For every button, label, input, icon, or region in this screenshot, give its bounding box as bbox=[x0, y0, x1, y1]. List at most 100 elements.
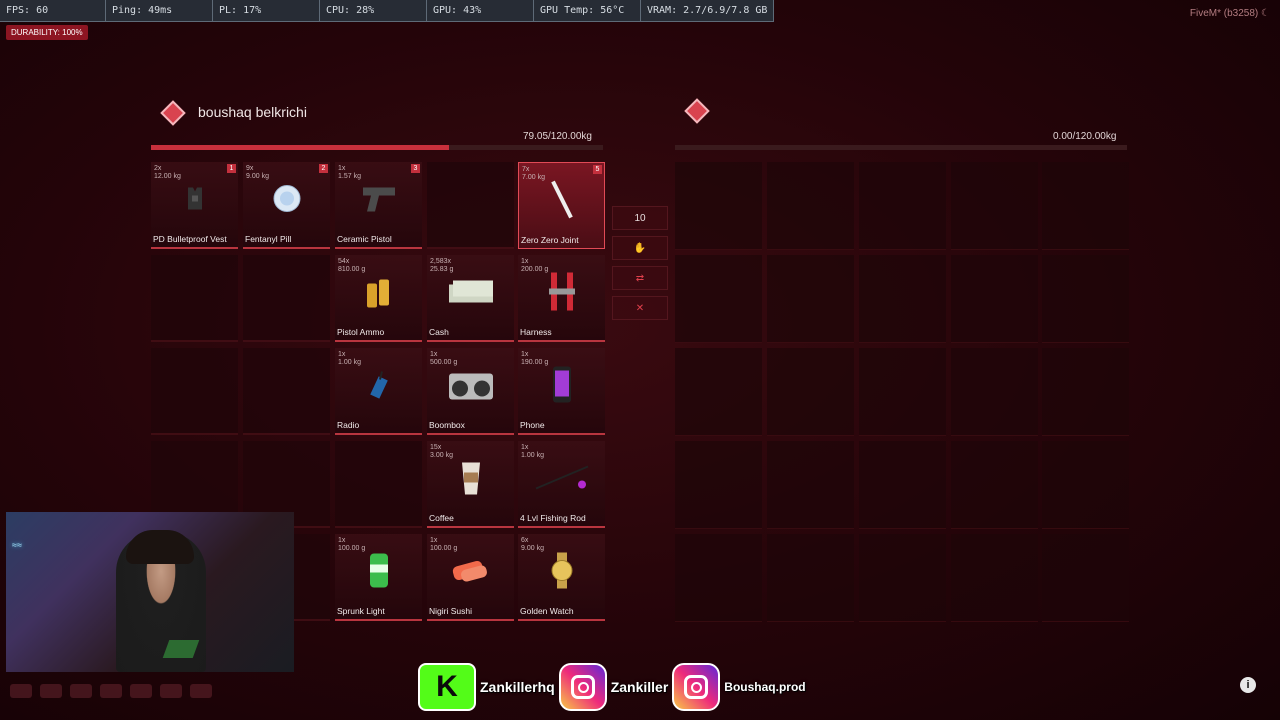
gpu-readout: GPU: 43% bbox=[427, 0, 534, 22]
item-count: 6x 9.00 kg bbox=[521, 537, 544, 553]
secondary-inventory-slot[interactable] bbox=[951, 348, 1038, 436]
cash-icon bbox=[447, 277, 495, 312]
inventory-slot[interactable] bbox=[151, 348, 238, 435]
inventory-slot[interactable]: 6x 9.00 kg Golden Watch bbox=[518, 534, 605, 621]
item-name: Cash bbox=[429, 327, 449, 337]
soda-can-icon bbox=[367, 551, 391, 596]
secondary-inventory-slot[interactable] bbox=[675, 534, 762, 622]
secondary-inventory-slot[interactable] bbox=[951, 534, 1038, 622]
inventory-slot[interactable]: 1x 100.00 g Nigiri Sushi bbox=[427, 534, 514, 621]
item-weight: 9.00 kg bbox=[246, 173, 269, 180]
item-count: 2x 12.00 kg bbox=[154, 165, 181, 181]
hotbar-slot-badge: 3 bbox=[411, 164, 420, 173]
player-inventory-icon bbox=[160, 100, 186, 126]
item-count: 1x 500.00 g bbox=[430, 351, 457, 367]
secondary-inventory-slot[interactable] bbox=[1042, 348, 1129, 436]
stamina-icon bbox=[160, 684, 182, 698]
inventory-slot[interactable]: 2,583x 25.83 g Cash bbox=[427, 255, 514, 342]
inventory-slot[interactable] bbox=[335, 441, 422, 528]
secondary-inventory-slot[interactable] bbox=[859, 441, 946, 529]
kick-handle: Zankillerhq bbox=[480, 679, 555, 695]
secondary-inventory-slot[interactable] bbox=[1042, 162, 1129, 250]
secondary-inventory-slot[interactable] bbox=[675, 441, 762, 529]
hunger-icon bbox=[70, 684, 92, 698]
secondary-inventory-slot[interactable] bbox=[767, 162, 854, 250]
item-count: 1x 1.00 kg bbox=[521, 444, 544, 460]
player-name: boushaq belkrichi bbox=[198, 104, 307, 120]
secondary-inventory-slot[interactable] bbox=[859, 534, 946, 622]
item-count: 1x 190.00 g bbox=[521, 351, 548, 367]
give-button[interactable]: ⇄ bbox=[612, 266, 668, 290]
secondary-inventory-slot[interactable] bbox=[951, 162, 1038, 250]
secondary-inventory-slot[interactable] bbox=[767, 255, 854, 343]
secondary-inventory-slot[interactable] bbox=[1042, 534, 1129, 622]
inventory-slot[interactable]: 1x 1.00 kg Radio bbox=[335, 348, 422, 435]
inventory-slot[interactable] bbox=[243, 348, 330, 435]
item-quantity: 1x bbox=[521, 351, 529, 358]
inventory-slot[interactable] bbox=[243, 255, 330, 342]
amount-input[interactable]: 10 bbox=[612, 206, 668, 230]
thirst-icon bbox=[100, 684, 122, 698]
streamer-hair-graphic bbox=[126, 530, 194, 564]
inventory-slot[interactable]: 1x 500.00 g Boombox bbox=[427, 348, 514, 435]
pistol-icon bbox=[361, 184, 397, 219]
secondary-inventory-slot[interactable] bbox=[859, 255, 946, 343]
hand-icon: ✋ bbox=[633, 242, 647, 254]
info-icon[interactable]: i bbox=[1240, 677, 1256, 693]
inventory-slot[interactable]: 1x 190.00 g Phone bbox=[518, 348, 605, 435]
secondary-weight: 0.00/120.00kg bbox=[1053, 131, 1117, 142]
inventory-slot[interactable]: 1x 1.57 kg 3 Ceramic Pistol bbox=[335, 162, 422, 249]
gpu-temp-readout: GPU Temp: 56°C bbox=[534, 0, 641, 22]
vest-icon bbox=[184, 186, 206, 217]
inventory-slot[interactable]: 1x 100.00 g Sprunk Light bbox=[335, 534, 422, 621]
item-quantity: 1x bbox=[521, 258, 529, 265]
secondary-inventory-slot[interactable] bbox=[675, 162, 762, 250]
coffee-icon bbox=[459, 459, 483, 502]
secondary-inventory-slot[interactable] bbox=[1042, 255, 1129, 343]
item-weight: 7.00 kg bbox=[522, 174, 545, 181]
inventory-slot[interactable]: 7x 7.00 kg 5 Zero Zero Joint bbox=[518, 162, 605, 249]
secondary-inventory-slot[interactable] bbox=[951, 255, 1038, 343]
secondary-inventory-slot[interactable] bbox=[951, 441, 1038, 529]
hotbar-slot-badge: 5 bbox=[593, 165, 602, 174]
inventory-slot[interactable]: 2x 12.00 kg 1 PD Bulletproof Vest bbox=[151, 162, 238, 249]
item-name: PD Bulletproof Vest bbox=[153, 234, 227, 244]
item-weight: 100.00 g bbox=[430, 545, 458, 552]
health-icon bbox=[10, 684, 32, 698]
ammo-icon bbox=[363, 274, 395, 315]
hotbar-slot-badge: 1 bbox=[227, 164, 236, 173]
secondary-inventory-slot[interactable] bbox=[675, 348, 762, 436]
use-button[interactable]: ✋ bbox=[612, 236, 668, 260]
secondary-inventory-slot[interactable] bbox=[859, 348, 946, 436]
item-quantity: 1x bbox=[338, 165, 346, 172]
close-button[interactable]: ✕ bbox=[612, 296, 668, 320]
fivem-build-text: FiveM* (b3258) bbox=[1189, 8, 1259, 19]
armor-icon bbox=[40, 684, 62, 698]
item-count: 1x 1.57 kg bbox=[338, 165, 361, 181]
inventory-slot[interactable]: 54x 810.00 g Pistol Ammo bbox=[335, 255, 422, 342]
inventory-slot[interactable] bbox=[151, 255, 238, 342]
item-count: 1x 100.00 g bbox=[338, 537, 365, 553]
inventory-slot[interactable]: 15x 3.00 kg Coffee bbox=[427, 441, 514, 528]
instagram-handle-2: Boushaq.prod bbox=[724, 680, 806, 694]
fivem-build-label: FiveM* (b3258) ☾ bbox=[1190, 8, 1270, 19]
secondary-inventory-slot[interactable] bbox=[1042, 441, 1129, 529]
inventory-slot[interactable]: 1x 200.00 g Harness bbox=[518, 255, 605, 342]
secondary-inventory-slot[interactable] bbox=[767, 348, 854, 436]
secondary-inventory-slot[interactable] bbox=[675, 255, 762, 343]
inventory-slot[interactable] bbox=[427, 162, 514, 249]
item-name: Golden Watch bbox=[520, 606, 574, 616]
item-quantity: 15x bbox=[430, 444, 442, 451]
item-count: 1x 100.00 g bbox=[430, 537, 457, 553]
inventory-slot[interactable]: 1x 1.00 kg 4 Lvl Fishing Rod bbox=[518, 441, 605, 528]
secondary-inventory-slot[interactable] bbox=[859, 162, 946, 250]
item-name: Boombox bbox=[429, 420, 465, 430]
social-overlay: K Zankillerhq Zankiller Boushaq.prod bbox=[418, 663, 810, 711]
item-name: Coffee bbox=[429, 513, 454, 523]
secondary-inventory-slot[interactable] bbox=[767, 441, 854, 529]
inventory-slot[interactable]: 9x 9.00 kg 2 Fentanyl Pill bbox=[243, 162, 330, 249]
secondary-inventory-slot[interactable] bbox=[767, 534, 854, 622]
item-quantity: 54x bbox=[338, 258, 350, 265]
item-weight: 810.00 g bbox=[338, 266, 366, 273]
item-count: 1x 1.00 kg bbox=[338, 351, 361, 367]
